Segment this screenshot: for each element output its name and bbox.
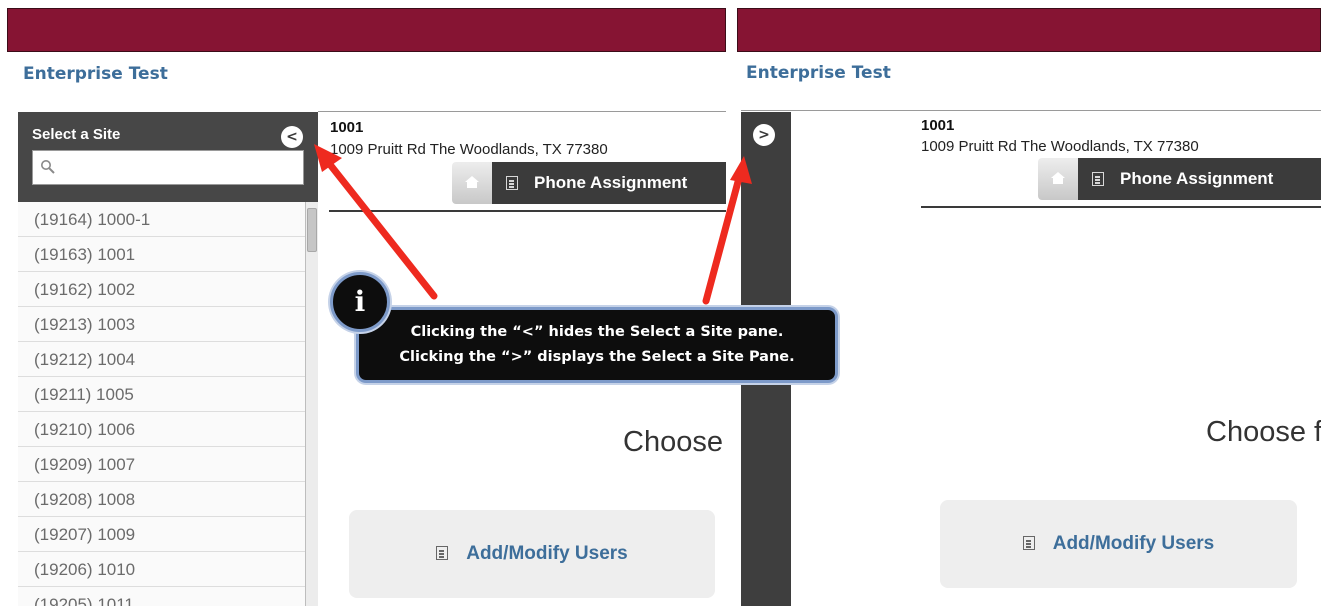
arrow-to-collapse-icon xyxy=(314,144,438,300)
callout-line-2: Clicking the “>” displays the Select a S… xyxy=(399,349,795,365)
arrow-to-expand-icon xyxy=(702,156,752,305)
info-icon: i xyxy=(330,272,390,332)
info-callout: Clicking the “<” hides the Select a Site… xyxy=(356,307,838,383)
callout-line-1: Clicking the “<” hides the Select a Site… xyxy=(410,324,784,340)
callout-text: Clicking the “<” hides the Select a Site… xyxy=(359,320,835,370)
annotation-arrows xyxy=(314,144,752,305)
